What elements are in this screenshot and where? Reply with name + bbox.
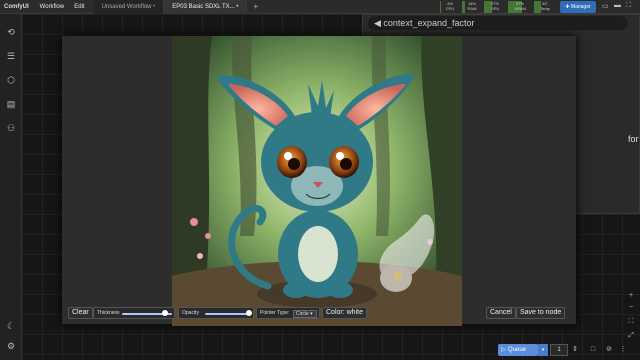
zoom-out-icon[interactable]: −	[626, 302, 636, 314]
clear-button[interactable]: Clear	[68, 307, 93, 319]
vram-stat: 57% VRAM	[508, 1, 532, 13]
pointer-type-label: Pointer Type:	[260, 310, 290, 316]
mask-editor-left-margin	[62, 36, 172, 324]
ram-stat-bar	[462, 1, 465, 13]
save-to-node-button[interactable]: Save to node	[516, 307, 566, 319]
pointer-type-select[interactable]: Circle ▾	[293, 310, 317, 318]
cpu-stat-bar	[440, 1, 441, 13]
manager-button[interactable]: ✚ Manager	[560, 1, 596, 13]
gpu-stat: 37% GPU	[484, 1, 506, 13]
cancel-button[interactable]: Cancel	[486, 307, 516, 319]
theme-toggle-icon[interactable]: ☾	[5, 320, 17, 332]
left-sidebar: ⟲ ☰ ⬡ ▤ ⚇ ☾ ⚙	[0, 14, 22, 360]
opacity-label: Opacity	[182, 310, 199, 316]
puzzle-icon: ✚	[565, 4, 570, 10]
add-tab-icon[interactable]: +	[253, 2, 258, 11]
queue-button[interactable]: ▷ Queue	[498, 344, 538, 356]
color-button[interactable]: Color: white	[322, 307, 367, 319]
tab-ep03-basic-sdxl[interactable]: EP03 Basic SDXL TX... •	[164, 0, 248, 14]
settings-icon[interactable]: ⚙	[5, 340, 17, 352]
temp-stat: 34° Temp	[534, 1, 556, 13]
cancel-queue-icon[interactable]: ⊘	[604, 344, 614, 356]
thickness-slider-handle[interactable]	[161, 310, 168, 316]
app-logo: ComfyUI	[4, 3, 29, 10]
thickness-label: Thickness	[97, 310, 120, 316]
history-icon[interactable]: ⟲	[5, 26, 17, 38]
more-options-icon[interactable]: ⋮	[618, 344, 628, 356]
workflows-icon[interactable]: ⚇	[5, 122, 17, 134]
tab-label: EP03 Basic SDXL TX...	[172, 3, 235, 10]
model-library-icon[interactable]: ▤	[5, 98, 17, 110]
menu-edit[interactable]: Edit	[69, 4, 89, 10]
fullscreen-icon[interactable]: ⛶	[626, 2, 631, 10]
queue-icon[interactable]: ☰	[5, 50, 17, 62]
lock-canvas-icon[interactable]: ⤢	[626, 330, 636, 342]
stepper-icon[interactable]: ⇕	[570, 344, 580, 356]
mask-editor-right-margin	[462, 36, 576, 324]
chevron-down-icon: ▾	[541, 347, 545, 353]
opacity-slider-group: Opacity	[178, 307, 254, 319]
node-library-icon[interactable]: ⬡	[5, 74, 17, 86]
panel-toggle-icon[interactable]: ▭	[602, 2, 609, 10]
play-icon: ▷	[501, 347, 506, 353]
fit-view-icon[interactable]: ⛶	[626, 316, 636, 328]
opacity-slider-handle[interactable]	[245, 310, 252, 316]
ram-stat: 14% RAM	[462, 1, 482, 13]
thickness-slider-group: Thickness	[93, 307, 175, 319]
node-partial-label: for	[628, 134, 639, 144]
context-expand-factor-widget[interactable]: ◀ context_expand_factor	[368, 16, 628, 30]
zoom-in-icon[interactable]: +	[626, 290, 636, 302]
unsaved-dot-icon: •	[153, 3, 156, 10]
menu-workflow[interactable]: Workflow	[35, 4, 70, 10]
mask-canvas-image[interactable]	[172, 36, 462, 326]
cpu-stat: 4% CPU	[440, 1, 455, 13]
queue-options-button[interactable]: ▾	[538, 344, 548, 356]
mask-editor-toolbar: Clear Thickness Opacity Pointer Type: Ci…	[62, 305, 576, 322]
unsaved-dot-icon: •	[236, 3, 239, 10]
tab-unsaved-workflow[interactable]: Unsaved Workflow •	[93, 0, 165, 14]
opacity-slider[interactable]	[205, 313, 251, 315]
pointer-type-group: Pointer Type: Circle ▾	[256, 307, 320, 319]
stop-icon[interactable]: □	[588, 344, 598, 356]
batch-count-input[interactable]: 1	[550, 344, 568, 356]
minimize-icon[interactable]: ▬	[614, 2, 621, 9]
tab-label: Unsaved Workflow	[101, 3, 152, 10]
